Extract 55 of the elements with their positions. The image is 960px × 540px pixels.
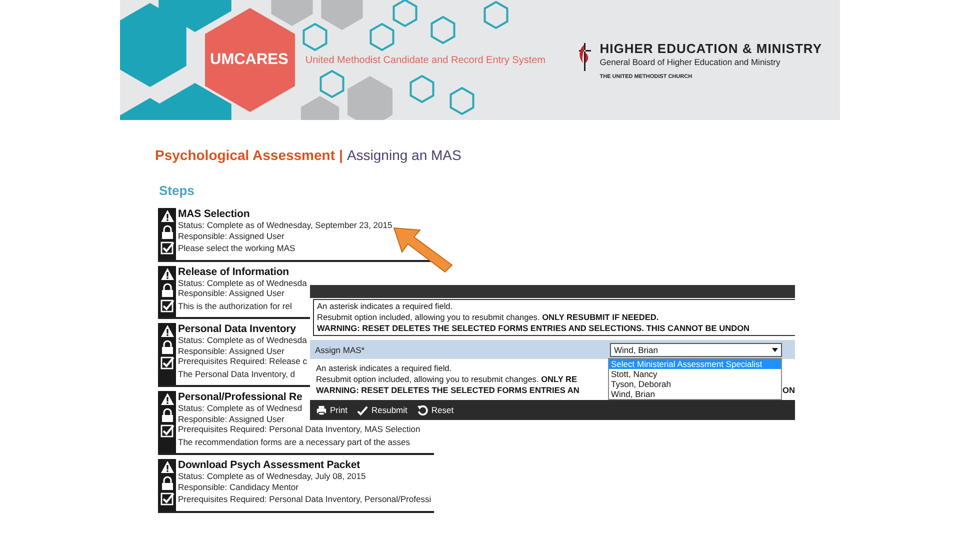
step-detail: The recommendation forms are a necessary part of the asses (178, 436, 410, 447)
step-title: MAS Selection (178, 208, 250, 220)
step-detail: Prerequisites Required: Release c (178, 356, 307, 366)
step-title: Personal/Professional Re (178, 391, 302, 403)
step-detail: Prerequisites Required: Personal Data Inventory, Personal/Professi (178, 494, 432, 504)
step-detail: Status: Complete as of Wednesda (178, 278, 307, 288)
note-text: WARNING: RESET DELETES THE SELECTED FORMS ENTRIES AND SELECTIONS. THIS CANNOT BE UNDON (317, 323, 750, 334)
lock-icon (160, 476, 174, 490)
step-detail: Responsible: Assigned User (178, 230, 284, 241)
organization-name: HIGHER EDUCATION & MINISTRY (600, 40, 822, 56)
dropdown-option[interactable]: Wind, Brian (609, 389, 781, 399)
lock-icon (160, 408, 174, 422)
check-icon (357, 404, 368, 416)
lock-icon (160, 282, 174, 296)
step-detail: Status: Complete as of Wednesday, July 08, 2015 (178, 471, 366, 482)
reset-icon (417, 404, 428, 416)
print-button[interactable]: Print (316, 404, 348, 416)
step-detail: The Personal Data Inventory, d (178, 368, 296, 379)
note-text: An asterisk indicates a required field. (317, 301, 453, 312)
tagline: United Methodist Candidate and Record Entry System (305, 54, 546, 66)
step-detail: Responsible: Candidacy Mentor (178, 482, 298, 492)
page-title: Assigning an MAS (346, 147, 462, 163)
step-detail: Status: Complete as of Wednesday, September 23, 2015 (178, 220, 392, 230)
step-title: Personal Data Inventory (178, 323, 296, 335)
dropdown-option[interactable]: Tyson, Deborah (609, 379, 781, 389)
step-detail: Responsible: Assigned User (178, 346, 284, 356)
reset-button[interactable]: Reset (417, 404, 454, 416)
dropdown-option[interactable]: Stott, Nancy (609, 369, 781, 379)
step-title: Release of Information (178, 266, 289, 278)
lock-icon (160, 225, 174, 239)
note-text: An asterisk indicates a required field. (316, 363, 452, 374)
lock-icon (160, 340, 174, 354)
step-detail: Please select the working MAS (178, 243, 296, 254)
note-fragment: ON (782, 385, 795, 396)
mas-select[interactable]: Wind, Brian (610, 342, 782, 356)
logo-text: UMCARES (210, 51, 288, 69)
step-detail: Responsible: Assigned User (178, 288, 284, 298)
step-detail: Status: Complete as of Wednesd (178, 403, 302, 414)
step-detail: This is the authorization for rel (178, 300, 292, 311)
printer-icon (316, 404, 327, 416)
title-separator: | (339, 147, 343, 163)
section-title: Psychological Assessment (155, 147, 336, 163)
step-detail: Prerequisites Required: Personal Data Inventory, MAS Selection (178, 424, 420, 434)
note-text: Resubmit option included, allowing you to resubmit changes. ONLY RESUBMIT IF NEEDED. (317, 312, 659, 323)
step-detail: Responsible: Assigned User (178, 414, 284, 424)
resubmit-button[interactable]: Resubmit (357, 404, 408, 416)
cross-flame-icon (578, 40, 592, 70)
step-detail: Status: Complete as of Wednesda (178, 335, 307, 346)
note-text: Resubmit option included, allowing you to resubmit changes. ONLY RE (316, 374, 578, 385)
organization-subtitle: General Board of Higher Education and Ministry (600, 56, 782, 66)
note-text: WARNING: RESET DELETES THE SELECTED FORMS ENTRIES AN (316, 385, 580, 396)
caret-icon (772, 348, 778, 352)
steps-heading: Steps (159, 183, 196, 198)
field-label: Assign MAS* (315, 344, 365, 354)
step-title: Download Psych Assessment Packet (178, 459, 360, 471)
